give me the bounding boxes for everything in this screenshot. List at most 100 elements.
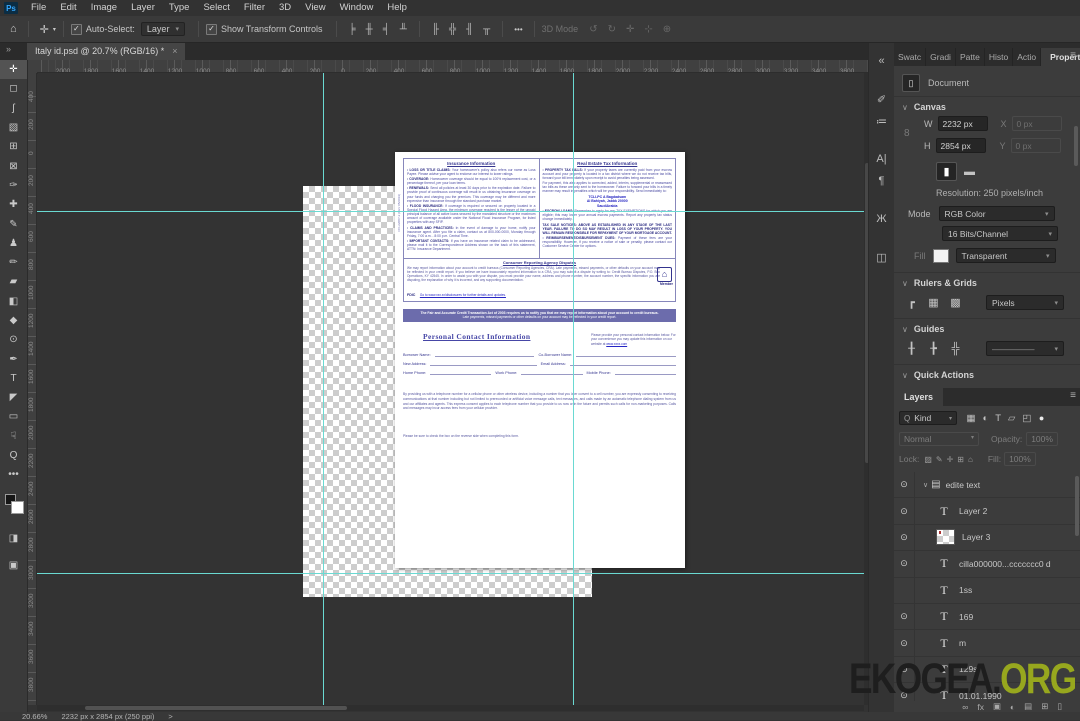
canvas-section-header[interactable]: ∨ Canvas xyxy=(902,102,946,112)
tool-button[interactable]: ◤ xyxy=(0,388,27,407)
filter-pin-icon[interactable]: ● xyxy=(1039,413,1044,423)
layers-action-icon[interactable]: ∞ xyxy=(962,702,968,712)
layers-action-icon[interactable]: fx xyxy=(977,702,984,712)
tool-button[interactable]: ◨ xyxy=(0,529,27,548)
layer-visibility-toggle[interactable]: ⊙ xyxy=(894,551,915,577)
close-icon[interactable]: × xyxy=(172,46,177,56)
align-icon[interactable]: ╨ xyxy=(395,24,412,35)
menu-item[interactable]: Edit xyxy=(53,0,83,16)
guides-header[interactable]: ∨ Guides xyxy=(902,324,944,334)
layer-visibility-toggle[interactable] xyxy=(894,577,915,603)
tool-button[interactable]: ◆ xyxy=(0,311,27,330)
layer-visibility-toggle[interactable]: ⊙ xyxy=(894,603,915,630)
layer-row[interactable]: ⊙ ∨ ▤ T 169 xyxy=(894,603,1080,631)
lock-icon[interactable]: ✛ xyxy=(945,455,956,464)
horizontal-ruler[interactable]: 2000 1800 1600 1400 1200 1000 800 600 400 200 0 200… xyxy=(37,60,870,73)
distribute-icon[interactable]: ╬ xyxy=(444,24,461,35)
tool-button[interactable]: ⊙ xyxy=(0,330,27,349)
tab-layers[interactable]: Layers xyxy=(894,388,944,406)
layer-filter-icon[interactable]: ◐ xyxy=(979,413,992,424)
zoom-level[interactable]: 20.66% xyxy=(22,712,47,721)
units-dropdown[interactable]: Pixels ▾ xyxy=(986,295,1064,310)
lock-icon[interactable]: ✎ xyxy=(934,455,945,464)
lock-icon[interactable]: ▨ xyxy=(922,455,934,464)
menu-item[interactable]: Layer xyxy=(124,0,162,16)
tool-button[interactable]: ▭ xyxy=(0,407,27,426)
layer-filter-icon[interactable]: ▱ xyxy=(1005,413,1019,424)
panel-icon[interactable]: « xyxy=(878,50,884,72)
layer-name[interactable]: 1ss xyxy=(959,585,972,595)
document-tab[interactable]: Italy id.psd @ 20.7% (RGB/16) * × xyxy=(27,42,186,60)
tool-button[interactable]: ✎ xyxy=(0,214,27,233)
panel-icon[interactable]: ✐ xyxy=(877,88,886,110)
menu-item[interactable]: Select xyxy=(196,0,236,16)
menu-item[interactable]: Type xyxy=(162,0,197,16)
tool-button[interactable]: ♟ xyxy=(0,234,27,253)
layer-visibility-toggle[interactable]: ⊙ xyxy=(894,498,915,524)
status-options-chevron[interactable]: > xyxy=(168,712,172,721)
layer-row[interactable]: ⊙ ∨ ▤ T cilla000000...ccccccc0 d xyxy=(894,551,1080,578)
layer-row[interactable]: ⊙ ∨ ▤ T Layer 3 xyxy=(894,524,1080,552)
panel-tab[interactable]: Patte xyxy=(956,48,985,66)
panel-icon[interactable]: Ж xyxy=(876,208,886,230)
menu-item[interactable]: View xyxy=(298,0,332,16)
layer-name[interactable]: cilla000000...ccccccc0 d xyxy=(959,559,1051,569)
panel-tab[interactable]: Swatc xyxy=(894,48,927,66)
horizontal-guide[interactable] xyxy=(37,573,864,574)
tool-button[interactable]: ◻ xyxy=(0,79,27,98)
menu-item[interactable]: 3D xyxy=(272,0,298,16)
tool-button[interactable]: ✏ xyxy=(0,253,27,272)
ruler-toggle-button[interactable]: ▦ xyxy=(924,294,943,311)
panel-tab[interactable]: Histo xyxy=(985,48,1014,66)
ruler-toggle-button[interactable]: ▩ xyxy=(946,294,965,311)
panel-icon[interactable]: ¶ xyxy=(879,170,885,192)
layer-name[interactable]: edite text xyxy=(946,480,981,490)
panel-icon[interactable]: A| xyxy=(876,148,886,170)
tool-button[interactable]: ••• xyxy=(0,465,27,484)
distribute-icon[interactable]: ╥ xyxy=(478,24,495,35)
rulers-grids-header[interactable]: ∨ Rulers & Grids xyxy=(902,278,977,288)
auto-select-checkbox[interactable]: ✓ xyxy=(70,23,82,35)
expand-tools-icon[interactable]: » xyxy=(6,44,11,54)
chevron-down-icon[interactable]: ∨ xyxy=(923,481,928,489)
document-page[interactable]: FCI-22087-3 (REV 05/2019) Insurance Info… xyxy=(395,152,685,568)
auto-select-target-dropdown[interactable]: Layer ▾ xyxy=(140,22,185,36)
bit-depth-dropdown[interactable]: 16 Bits/Channel ▾ xyxy=(942,226,1058,241)
horizontal-scrollbar[interactable] xyxy=(37,705,864,711)
portrait-orientation-button[interactable]: ▮ xyxy=(936,162,957,181)
filter-kind-dropdown[interactable]: Q Kind ▾ xyxy=(899,411,957,425)
horizontal-guide[interactable] xyxy=(37,211,864,212)
layer-row[interactable]: ⊙ ∨ ▤ T m xyxy=(894,630,1080,657)
show-transform-checkbox[interactable]: ✓ xyxy=(205,23,217,35)
color-mode-dropdown[interactable]: RGB Color ▾ xyxy=(938,206,1055,221)
tool-button[interactable]: ʃ xyxy=(0,99,27,118)
guide-toggle-button[interactable]: ╊ xyxy=(924,340,943,357)
align-icon[interactable]: ╡ xyxy=(378,24,395,35)
layer-visibility-toggle[interactable]: ⊙ xyxy=(894,472,915,498)
layer-visibility-toggle[interactable]: ⊙ xyxy=(894,630,915,656)
layer-visibility-toggle[interactable]: ⊙ xyxy=(894,524,915,551)
ruler-toggle-button[interactable]: ┏ xyxy=(902,294,921,311)
properties-scrollbar-thumb[interactable] xyxy=(1074,126,1078,166)
tool-button[interactable]: ✒ xyxy=(0,349,27,368)
more-options-icon[interactable]: ••• xyxy=(510,25,526,34)
tool-button[interactable]: ✚ xyxy=(0,195,27,214)
panel-icon[interactable]: ◫ xyxy=(876,246,886,268)
layer-name[interactable]: Layer 3 xyxy=(962,532,990,542)
menu-item[interactable]: Help xyxy=(380,0,414,16)
tool-button[interactable]: ▣ xyxy=(0,556,27,575)
color-swatches[interactable] xyxy=(4,493,24,515)
tool-button[interactable]: ⊠ xyxy=(0,156,27,175)
layer-name[interactable]: 169 xyxy=(959,612,973,622)
vertical-ruler[interactable]: 400 200 0 200 400 600 800 1000 1200 1400 1600 1800 2… xyxy=(27,73,37,705)
tool-button[interactable]: ▰ xyxy=(0,272,27,291)
lock-icon[interactable]: ⊞ xyxy=(955,455,966,464)
layer-name[interactable]: m xyxy=(959,638,966,648)
tool-button[interactable]: ☟ xyxy=(0,427,27,446)
layer-row[interactable]: ⊙ ∨ ▤ T edite text xyxy=(894,472,1080,499)
align-icon[interactable]: ╫ xyxy=(361,24,378,35)
layer-name[interactable]: Layer 2 xyxy=(959,506,987,516)
layers-menu-icon[interactable]: ≡ xyxy=(1070,390,1076,401)
lock-icon[interactable]: ⌂ xyxy=(966,455,975,464)
menu-item[interactable]: Image xyxy=(84,0,124,16)
